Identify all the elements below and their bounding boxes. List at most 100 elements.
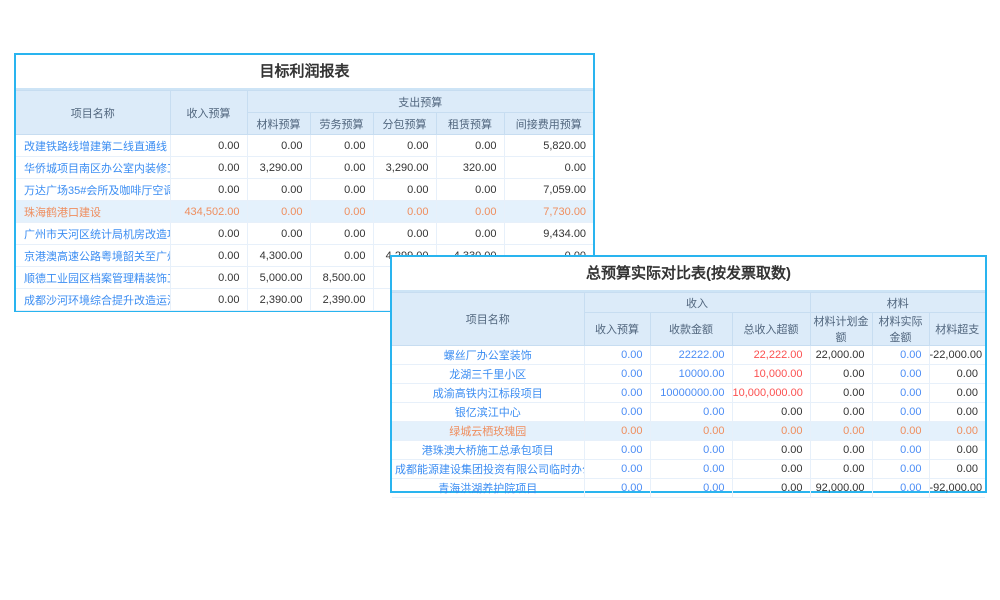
table-row[interactable]: 青海洪湖养护院项目 0.00 0.00 0.00 92,000.00 0.00 …: [392, 479, 985, 498]
value-cell: 0.00: [650, 460, 732, 479]
col-header-received-amount: 收款金额: [650, 313, 732, 346]
value-cell: 0.00: [436, 179, 504, 201]
value-cell: 0.00: [247, 223, 310, 245]
value-cell: 0.00: [584, 403, 650, 422]
value-cell: 0.00: [170, 245, 247, 267]
project-name-cell[interactable]: 改建铁路线增建第二线直通线（成: [16, 135, 170, 157]
value-cell: 0.00: [504, 157, 593, 179]
table-row[interactable]: 万达广场35#会所及咖啡厅空调安 0.00 0.00 0.00 0.00 0.0…: [16, 179, 593, 201]
table-row[interactable]: 银亿滨江中心 0.00 0.00 0.00 0.00 0.00 0.00: [392, 403, 985, 422]
value-cell: 5,000.00: [247, 267, 310, 289]
table-row[interactable]: 螺丝厂办公室装饰 0.00 22222.00 22,222.00 22,000.…: [392, 346, 985, 365]
col-header-material-actual-amount: 材料实际金额: [872, 313, 929, 346]
value-cell: 0.00: [929, 384, 985, 403]
value-cell: 0.00: [732, 422, 810, 441]
value-cell: 0.00: [650, 441, 732, 460]
value-cell: 0.00: [929, 422, 985, 441]
table-row[interactable]: 珠海鹤港口建设 434,502.00 0.00 0.00 0.00 0.00 7…: [16, 201, 593, 223]
value-cell: 0.00: [584, 460, 650, 479]
value-cell: 0.00: [373, 135, 436, 157]
project-name-cell[interactable]: 成渝高铁内江标段项目: [392, 384, 584, 403]
value-cell: 2,390.00: [310, 289, 373, 311]
project-name-cell[interactable]: 港珠澳大桥施工总承包项目: [392, 441, 584, 460]
budget-actual-comparison-panel: 总预算实际对比表(按发票取数) 项目名称 收入 材料 收入预算 收款金额 总收入…: [390, 255, 987, 493]
project-name-cell[interactable]: 银亿滨江中心: [392, 403, 584, 422]
value-cell: 0.00: [650, 422, 732, 441]
value-cell: 0.00: [929, 460, 985, 479]
table-row[interactable]: 绿城云栖玫瑰园 0.00 0.00 0.00 0.00 0.00 0.00: [392, 422, 985, 441]
value-cell: 0.00: [247, 179, 310, 201]
panel2-title: 总预算实际对比表(按发票取数): [392, 257, 985, 292]
col-header-income-budget: 收入预算: [170, 91, 247, 135]
value-cell: 92,000.00: [810, 479, 872, 498]
value-cell: 0.00: [170, 135, 247, 157]
project-name-cell[interactable]: 成都沙河环境综合提升改造运河护: [16, 289, 170, 311]
value-cell: 0.00: [929, 441, 985, 460]
panel2-body: 螺丝厂办公室装饰 0.00 22222.00 22,222.00 22,000.…: [392, 346, 985, 498]
value-cell: 0.00: [810, 365, 872, 384]
col-header-total-income-excess: 总收入超额: [732, 313, 810, 346]
project-name-cell[interactable]: 顺德工业园区档案管理精装饰工程: [16, 267, 170, 289]
value-cell: 10,000.00: [732, 365, 810, 384]
value-cell: 0.00: [170, 267, 247, 289]
table-row[interactable]: 改建铁路线增建第二线直通线（成 0.00 0.00 0.00 0.00 0.00…: [16, 135, 593, 157]
project-name-cell[interactable]: 绿城云栖玫瑰园: [392, 422, 584, 441]
value-cell: 0.00: [310, 245, 373, 267]
value-cell: 8,500.00: [310, 267, 373, 289]
value-cell: 0.00: [872, 479, 929, 498]
project-name-cell[interactable]: 华侨城项目南区办公室内装修工程: [16, 157, 170, 179]
value-cell: 0.00: [436, 135, 504, 157]
value-cell: 0.00: [310, 157, 373, 179]
value-cell: 0.00: [373, 223, 436, 245]
value-cell: 2,390.00: [247, 289, 310, 311]
project-name-cell[interactable]: 龙湖三千里小区: [392, 365, 584, 384]
value-cell: 0.00: [872, 403, 929, 422]
project-name-cell[interactable]: 广州市天河区统计局机房改造项目: [16, 223, 170, 245]
project-name-cell[interactable]: 成都能源建设集团投资有限公司临时办公场所装修: [392, 460, 584, 479]
table-row[interactable]: 成都能源建设集团投资有限公司临时办公场所装修 0.00 0.00 0.00 0.…: [392, 460, 985, 479]
value-cell: 0.00: [732, 441, 810, 460]
value-cell: 0.00: [732, 460, 810, 479]
value-cell: 10000000.00: [650, 384, 732, 403]
col-header-material-budget: 材料预算: [247, 113, 310, 135]
project-name-cell[interactable]: 万达广场35#会所及咖啡厅空调安: [16, 179, 170, 201]
value-cell: 0.00: [584, 346, 650, 365]
value-cell: 0.00: [310, 201, 373, 223]
table-row[interactable]: 华侨城项目南区办公室内装修工程 0.00 3,290.00 0.00 3,290…: [16, 157, 593, 179]
panel1-title: 目标利润报表: [16, 55, 593, 90]
project-name-cell[interactable]: 珠海鹤港口建设: [16, 201, 170, 223]
col-group-income: 收入: [584, 293, 810, 313]
value-cell: 0.00: [584, 365, 650, 384]
project-name-cell[interactable]: 螺丝厂办公室装饰: [392, 346, 584, 365]
value-cell: 7,730.00: [504, 201, 593, 223]
value-cell: 0.00: [170, 223, 247, 245]
value-cell: 0.00: [584, 384, 650, 403]
value-cell: 0.00: [810, 460, 872, 479]
value-cell: 0.00: [436, 223, 504, 245]
table-row[interactable]: 港珠澳大桥施工总承包项目 0.00 0.00 0.00 0.00 0.00 0.…: [392, 441, 985, 460]
col-header-labor-budget: 劳务预算: [310, 113, 373, 135]
table-row[interactable]: 龙湖三千里小区 0.00 10000.00 10,000.00 0.00 0.0…: [392, 365, 985, 384]
table-row[interactable]: 广州市天河区统计局机房改造项目 0.00 0.00 0.00 0.00 0.00…: [16, 223, 593, 245]
value-cell: 5,820.00: [504, 135, 593, 157]
value-cell: 10000.00: [650, 365, 732, 384]
value-cell: 320.00: [436, 157, 504, 179]
value-cell: 3,290.00: [373, 157, 436, 179]
project-name-cell[interactable]: 京港澳高速公路粤境韶关至广州三: [16, 245, 170, 267]
value-cell: 22222.00: [650, 346, 732, 365]
value-cell: 0.00: [584, 479, 650, 498]
table-row[interactable]: 成渝高铁内江标段项目 0.00 10000000.00 10,000,000.0…: [392, 384, 985, 403]
value-cell: -22,000.00: [929, 346, 985, 365]
value-cell: 0.00: [872, 441, 929, 460]
col-header-income-budget: 收入预算: [584, 313, 650, 346]
value-cell: 0.00: [247, 201, 310, 223]
value-cell: 0.00: [310, 135, 373, 157]
col-header-subcontract-budget: 分包预算: [373, 113, 436, 135]
project-name-cell[interactable]: 青海洪湖养护院项目: [392, 479, 584, 498]
value-cell: 0.00: [732, 403, 810, 422]
value-cell: 0.00: [310, 179, 373, 201]
value-cell: 0.00: [872, 460, 929, 479]
value-cell: 0.00: [810, 422, 872, 441]
value-cell: 0.00: [170, 179, 247, 201]
value-cell: 10,000,000.00: [732, 384, 810, 403]
